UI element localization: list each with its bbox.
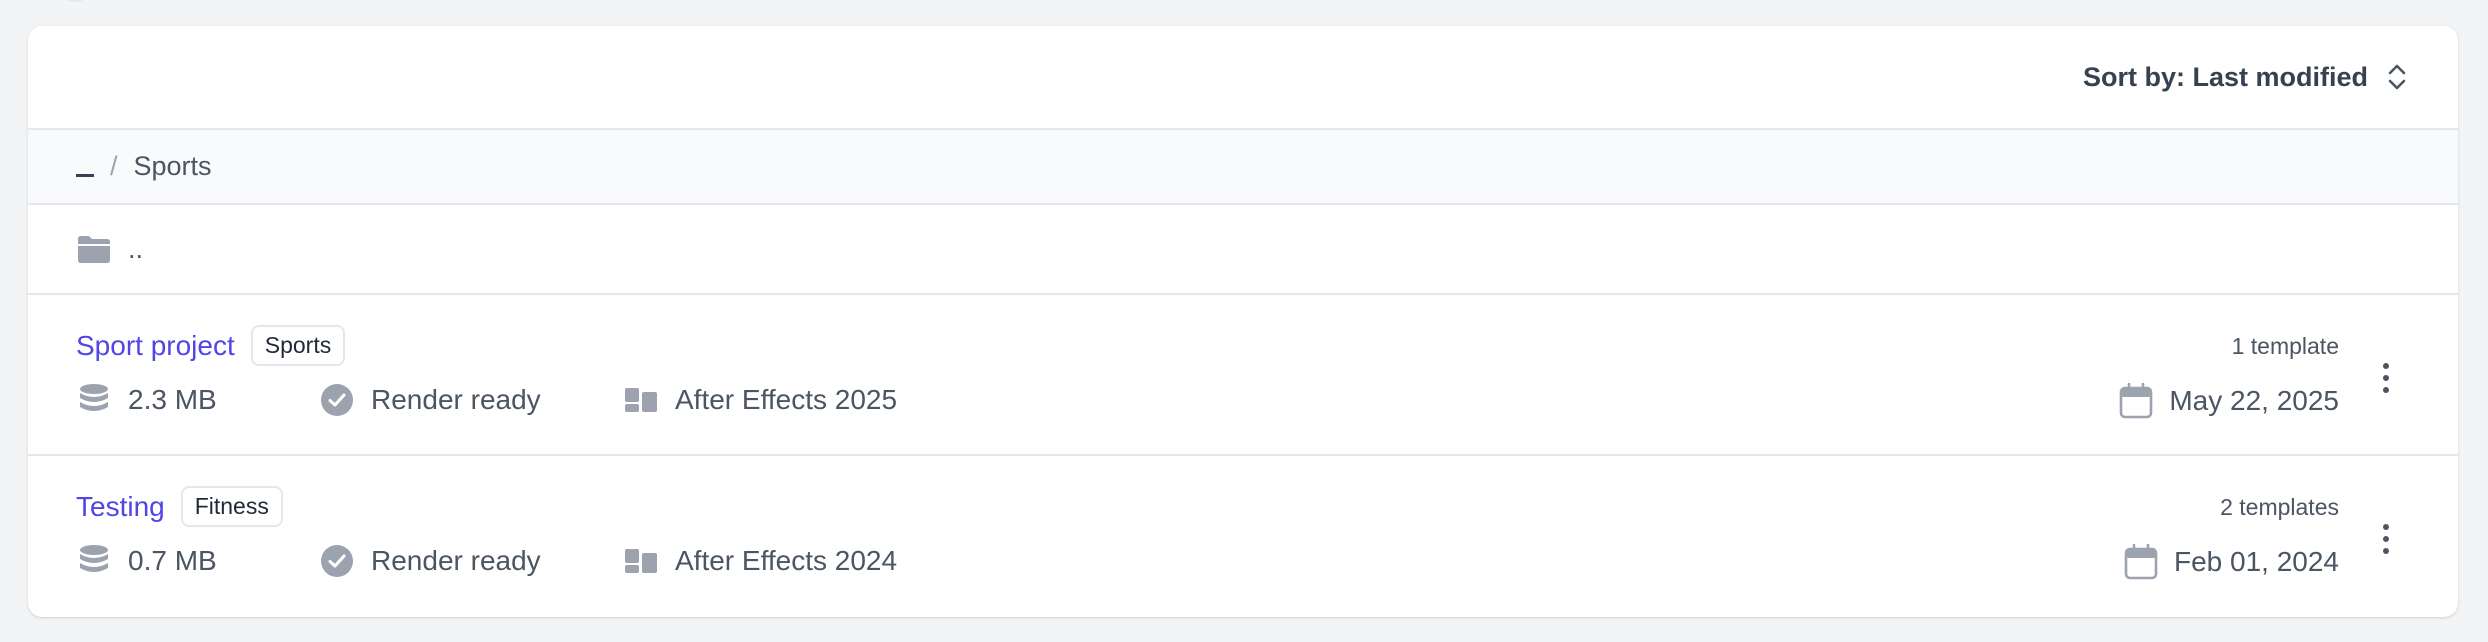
project-tag: Fitness [180,486,283,527]
project-list-card: Sort by: Last modified / Sports .. Sport… [28,26,2458,617]
layout-icon [625,549,657,573]
check-circle-icon [321,384,353,416]
kebab-menu-icon[interactable] [2374,514,2398,564]
breadcrumb-separator: / [110,151,118,181]
check-circle-icon [321,545,353,577]
list-item: Sport project Sports 2.3 MB Render ready [28,295,2458,456]
top-avatar-stub [60,0,90,2]
templates-count: 1 template [2231,333,2339,359]
project-app: After Effects 2025 [675,384,898,415]
parent-folder-label: .. [128,233,144,264]
project-date: May 22, 2025 [2169,385,2339,416]
folder-icon [78,236,110,263]
database-icon [80,384,108,411]
calendar-icon [2120,383,2153,419]
project-size: 0.7 MB [128,545,217,576]
breadcrumb-current: Sports [133,151,212,181]
project-status: Render ready [371,545,541,576]
calendar-icon [2124,544,2158,580]
project-tag: Sports [250,325,346,366]
toolbar: Sort by: Last modified [28,26,2458,130]
project-name-link[interactable]: Testing [76,491,165,523]
templates-count: 2 templates [2220,494,2339,520]
kebab-menu-icon[interactable] [2374,353,2398,403]
layout-icon [625,388,657,412]
list-item: Testing Fitness 0.7 MB Render ready Afte… [28,456,2458,617]
project-size: 2.3 MB [128,384,217,415]
project-name-link[interactable]: Sport project [76,330,235,362]
breadcrumb-root[interactable] [76,157,94,177]
project-date: Feb 01, 2024 [2173,546,2339,577]
sort-label: Sort by: Last modified [2082,61,2368,92]
chevron-up-down-icon [2388,64,2406,90]
project-status: Render ready [371,384,541,415]
parent-folder-row[interactable]: .. [28,205,2458,295]
breadcrumb: / Sports [28,130,2458,205]
database-icon [80,545,108,572]
sort-button[interactable]: Sort by: Last modified [2083,61,2410,93]
project-app: After Effects 2024 [675,545,898,576]
